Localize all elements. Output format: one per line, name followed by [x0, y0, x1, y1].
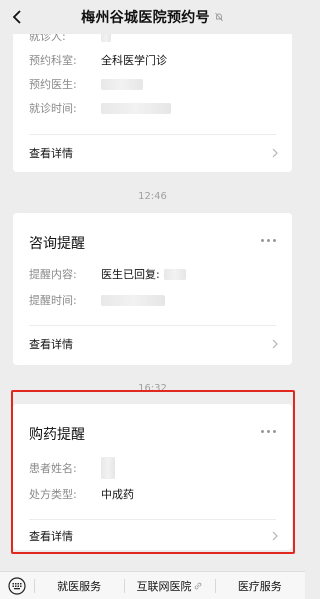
- menu-internet-hospital[interactable]: 互联网医院: [124, 572, 214, 599]
- medicine-reminder-card: 购药提醒 患者姓名: 处方类型: 中成药 查看详情: [13, 404, 292, 550]
- view-details-label: 查看详情: [29, 530, 73, 543]
- redacted-value: [101, 78, 143, 90]
- chevron-right-icon: [272, 531, 278, 541]
- reminder-content-value: 医生已回复:: [101, 268, 160, 281]
- back-button[interactable]: [6, 6, 28, 28]
- doctor-row: 预约医生:: [29, 76, 143, 92]
- redacted-value: [163, 268, 186, 280]
- view-details-label: 查看详情: [29, 147, 73, 160]
- row-label: 就诊时间:: [29, 102, 77, 115]
- department-value: 全科医学门诊: [101, 54, 167, 67]
- consult-reminder-card: 咨询提醒 提醒内容: 医生已回复: 提醒时间: 查看详情: [13, 213, 292, 365]
- divider: [29, 519, 276, 520]
- timestamp: 16:32: [138, 383, 167, 394]
- chevron-right-icon: [272, 148, 278, 158]
- chat-header: 梅州谷城医院预约号: [0, 0, 305, 34]
- row-label: 预约科室:: [29, 54, 77, 67]
- redacted-value: [101, 102, 171, 114]
- patient-name-row: 患者姓名:: [29, 457, 115, 479]
- card-title: 咨询提醒: [29, 236, 85, 252]
- visit-time-row: 就诊时间:: [29, 100, 171, 116]
- prescription-type-value: 中成药: [101, 488, 134, 501]
- keyboard-icon: [8, 576, 26, 595]
- chevron-left-icon: [12, 10, 21, 24]
- more-options-icon[interactable]: [261, 430, 276, 433]
- row-label: 预约医生:: [29, 78, 77, 91]
- link-icon: [194, 582, 202, 590]
- row-label: 患者姓名:: [29, 462, 77, 475]
- menu-healthcare-service[interactable]: 医疗服务: [214, 572, 305, 599]
- reminder-content-row: 提醒内容: 医生已回复:: [29, 266, 186, 282]
- divider: [29, 325, 276, 326]
- redacted-value: [101, 457, 115, 479]
- chevron-right-icon: [272, 339, 278, 349]
- divider: [29, 134, 276, 135]
- prescription-type-row: 处方类型: 中成药: [29, 486, 134, 502]
- page-title: 梅州谷城医院预约号: [81, 10, 210, 26]
- bottom-menu: 就医服务 互联网医院 医疗服务: [0, 571, 305, 599]
- menu-label: 就医服务: [57, 579, 102, 593]
- row-label: 提醒时间:: [29, 294, 77, 307]
- view-details-link[interactable]: 查看详情: [29, 143, 278, 163]
- menu-label: 互联网医院: [136, 579, 192, 593]
- reminder-time-row: 提醒时间:: [29, 292, 165, 308]
- row-label: 处方类型:: [29, 488, 77, 501]
- card-title: 购药提醒: [29, 427, 85, 443]
- mute-bell-icon: [214, 12, 224, 22]
- view-details-link[interactable]: 查看详情: [29, 334, 278, 354]
- redacted-value: [101, 294, 165, 306]
- view-details-label: 查看详情: [29, 338, 73, 351]
- keyboard-toggle[interactable]: [0, 572, 34, 599]
- menu-label: 医疗服务: [237, 579, 282, 593]
- menu-medical-service[interactable]: 就医服务: [34, 572, 124, 599]
- timestamp: 12:46: [138, 191, 167, 202]
- more-options-icon[interactable]: [261, 239, 276, 242]
- row-label: 提醒内容:: [29, 268, 77, 281]
- view-details-link[interactable]: 查看详情: [29, 526, 278, 546]
- department-row: 预约科室: 全科医学门诊: [29, 52, 167, 68]
